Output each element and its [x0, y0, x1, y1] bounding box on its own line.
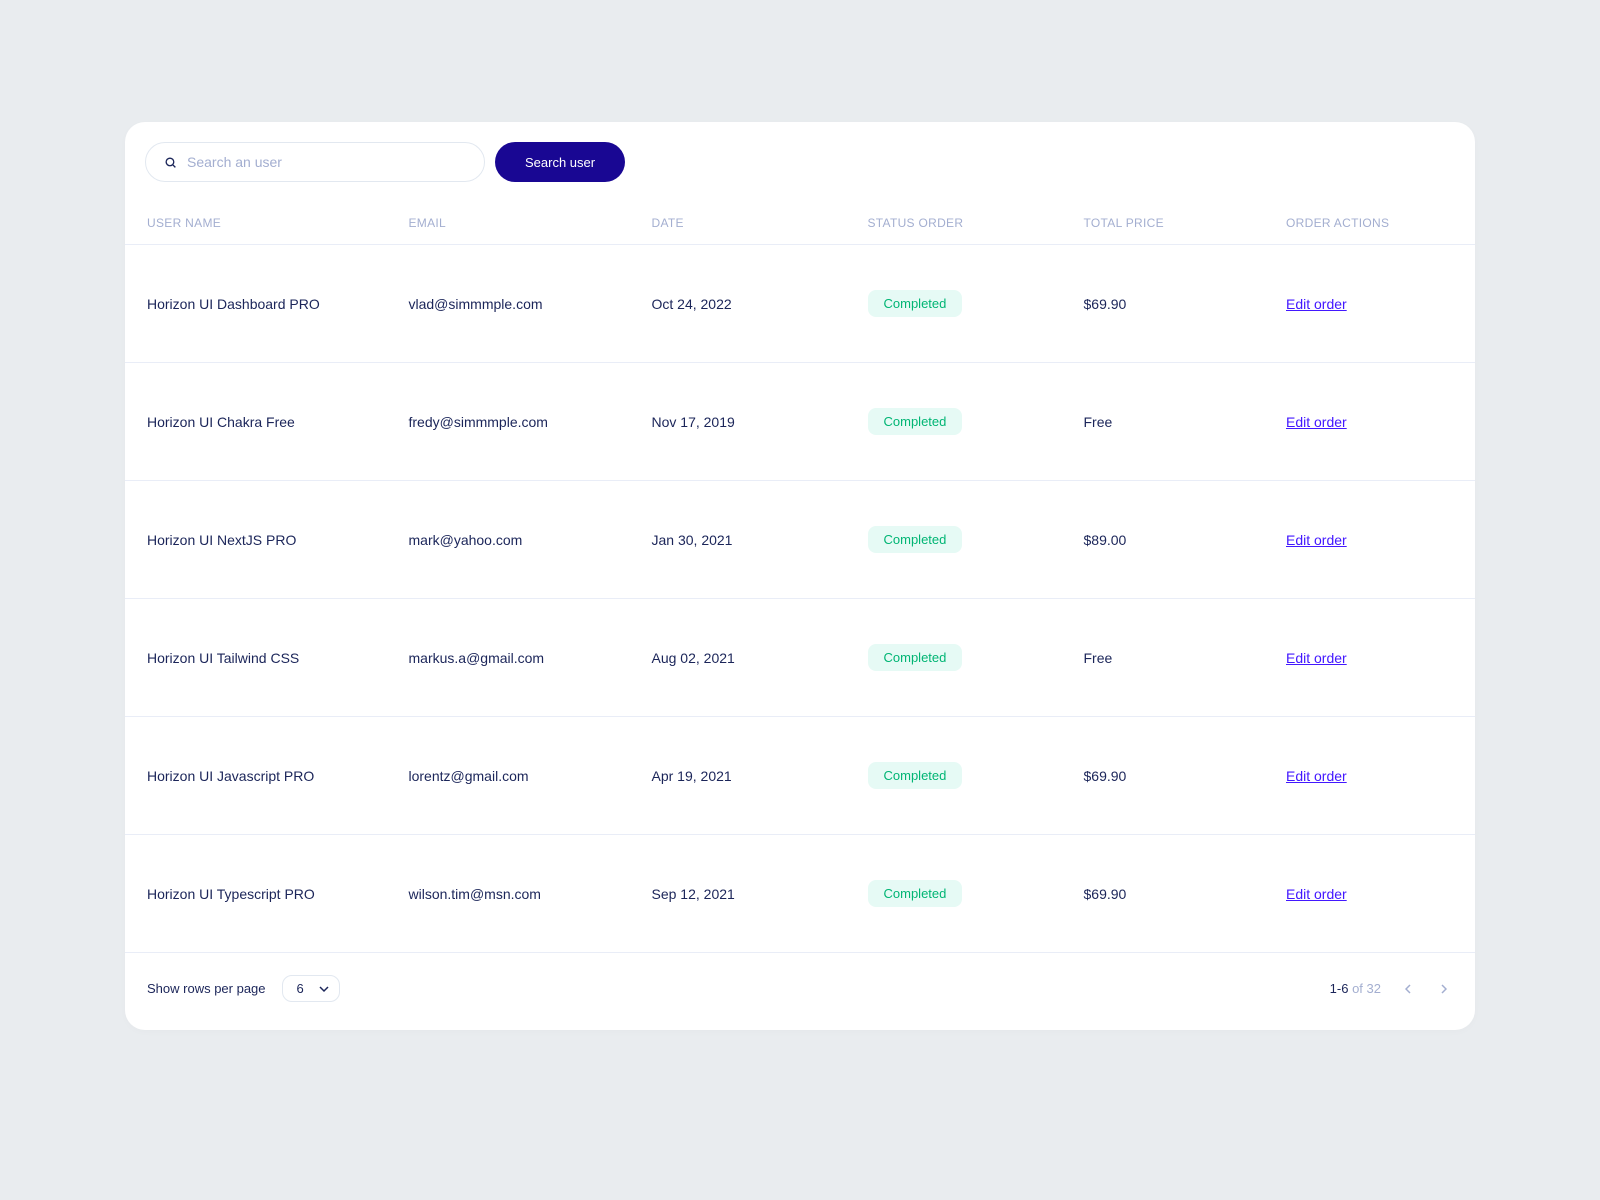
- status-badge: Completed: [868, 408, 963, 435]
- cell-status: Completed: [868, 481, 1084, 599]
- cell-email: markus.a@gmail.com: [409, 599, 652, 717]
- prev-page-button[interactable]: [1399, 980, 1417, 998]
- cell-name: Horizon UI Tailwind CSS: [125, 599, 409, 717]
- cell-price: Free: [1084, 363, 1287, 481]
- rows-per-page-select[interactable]: 6: [282, 975, 340, 1002]
- cell-actions: Edit order: [1286, 481, 1475, 599]
- col-header-email[interactable]: EMAIL: [409, 202, 652, 245]
- table-row: Horizon UI Tailwind CSSmarkus.a@gmail.co…: [125, 599, 1475, 717]
- cell-date: Sep 12, 2021: [652, 835, 868, 953]
- edit-order-link[interactable]: Edit order: [1286, 532, 1347, 548]
- cell-status: Completed: [868, 245, 1084, 363]
- cell-actions: Edit order: [1286, 363, 1475, 481]
- cell-price: $89.00: [1084, 481, 1287, 599]
- cell-status: Completed: [868, 363, 1084, 481]
- table-row: Horizon UI Typescript PROwilson.tim@msn.…: [125, 835, 1475, 953]
- cell-date: Apr 19, 2021: [652, 717, 868, 835]
- status-badge: Completed: [868, 290, 963, 317]
- search-input[interactable]: [187, 154, 466, 170]
- search-input-wrapper[interactable]: [145, 142, 485, 182]
- status-badge: Completed: [868, 762, 963, 789]
- col-header-date[interactable]: DATE: [652, 202, 868, 245]
- cell-name: Horizon UI Dashboard PRO: [125, 245, 409, 363]
- rows-per-page: Show rows per page 6: [147, 975, 340, 1002]
- cell-date: Oct 24, 2022: [652, 245, 868, 363]
- col-header-price[interactable]: TOTAL PRICE: [1084, 202, 1287, 245]
- chevron-left-icon: [1405, 984, 1411, 994]
- table-row: Horizon UI Dashboard PROvlad@simmmple.co…: [125, 245, 1475, 363]
- cell-date: Jan 30, 2021: [652, 481, 868, 599]
- pagination-of: of: [1348, 981, 1366, 996]
- edit-order-link[interactable]: Edit order: [1286, 414, 1347, 430]
- rows-per-page-label: Show rows per page: [147, 981, 266, 996]
- cell-price: $69.90: [1084, 717, 1287, 835]
- edit-order-link[interactable]: Edit order: [1286, 886, 1347, 902]
- cell-price: $69.90: [1084, 245, 1287, 363]
- cell-name: Horizon UI NextJS PRO: [125, 481, 409, 599]
- cell-actions: Edit order: [1286, 717, 1475, 835]
- cell-date: Aug 02, 2021: [652, 599, 868, 717]
- chevron-right-icon: [1441, 984, 1447, 994]
- table-row: Horizon UI NextJS PROmark@yahoo.comJan 3…: [125, 481, 1475, 599]
- col-header-actions[interactable]: ORDER ACTIONS: [1286, 202, 1475, 245]
- orders-card: Search user USER NAME EMAIL DATE STATUS …: [125, 122, 1475, 1030]
- cell-email: lorentz@gmail.com: [409, 717, 652, 835]
- search-icon: [164, 156, 177, 169]
- cell-price: $69.90: [1084, 835, 1287, 953]
- table-row: Horizon UI Javascript PROlorentz@gmail.c…: [125, 717, 1475, 835]
- cell-status: Completed: [868, 717, 1084, 835]
- pagination-range-value: 1-6: [1330, 981, 1349, 996]
- col-header-status[interactable]: STATUS ORDER: [868, 202, 1084, 245]
- pagination-range: 1-6 of 32: [1330, 981, 1381, 996]
- status-badge: Completed: [868, 526, 963, 553]
- pagination: 1-6 of 32: [1330, 980, 1453, 998]
- cell-email: mark@yahoo.com: [409, 481, 652, 599]
- rows-per-page-value: 6: [297, 981, 304, 996]
- cell-status: Completed: [868, 599, 1084, 717]
- cell-price: Free: [1084, 599, 1287, 717]
- search-button[interactable]: Search user: [495, 142, 625, 182]
- cell-name: Horizon UI Javascript PRO: [125, 717, 409, 835]
- cell-name: Horizon UI Typescript PRO: [125, 835, 409, 953]
- edit-order-link[interactable]: Edit order: [1286, 650, 1347, 666]
- table-header-row: USER NAME EMAIL DATE STATUS ORDER TOTAL …: [125, 202, 1475, 245]
- cell-email: wilson.tim@msn.com: [409, 835, 652, 953]
- cell-email: fredy@simmmple.com: [409, 363, 652, 481]
- status-badge: Completed: [868, 880, 963, 907]
- edit-order-link[interactable]: Edit order: [1286, 768, 1347, 784]
- cell-name: Horizon UI Chakra Free: [125, 363, 409, 481]
- cell-actions: Edit order: [1286, 245, 1475, 363]
- cell-actions: Edit order: [1286, 599, 1475, 717]
- table-row: Horizon UI Chakra Freefredy@simmmple.com…: [125, 363, 1475, 481]
- cell-status: Completed: [868, 835, 1084, 953]
- orders-table: USER NAME EMAIL DATE STATUS ORDER TOTAL …: [125, 202, 1475, 952]
- status-badge: Completed: [868, 644, 963, 671]
- cell-actions: Edit order: [1286, 835, 1475, 953]
- next-page-button[interactable]: [1435, 980, 1453, 998]
- cell-date: Nov 17, 2019: [652, 363, 868, 481]
- edit-order-link[interactable]: Edit order: [1286, 296, 1347, 312]
- table-footer: Show rows per page 6 1-6 of 32: [125, 952, 1475, 1030]
- col-header-name[interactable]: USER NAME: [125, 202, 409, 245]
- chevron-down-icon: [319, 984, 329, 994]
- pagination-total: 32: [1367, 981, 1381, 996]
- cell-email: vlad@simmmple.com: [409, 245, 652, 363]
- search-bar: Search user: [125, 122, 1475, 202]
